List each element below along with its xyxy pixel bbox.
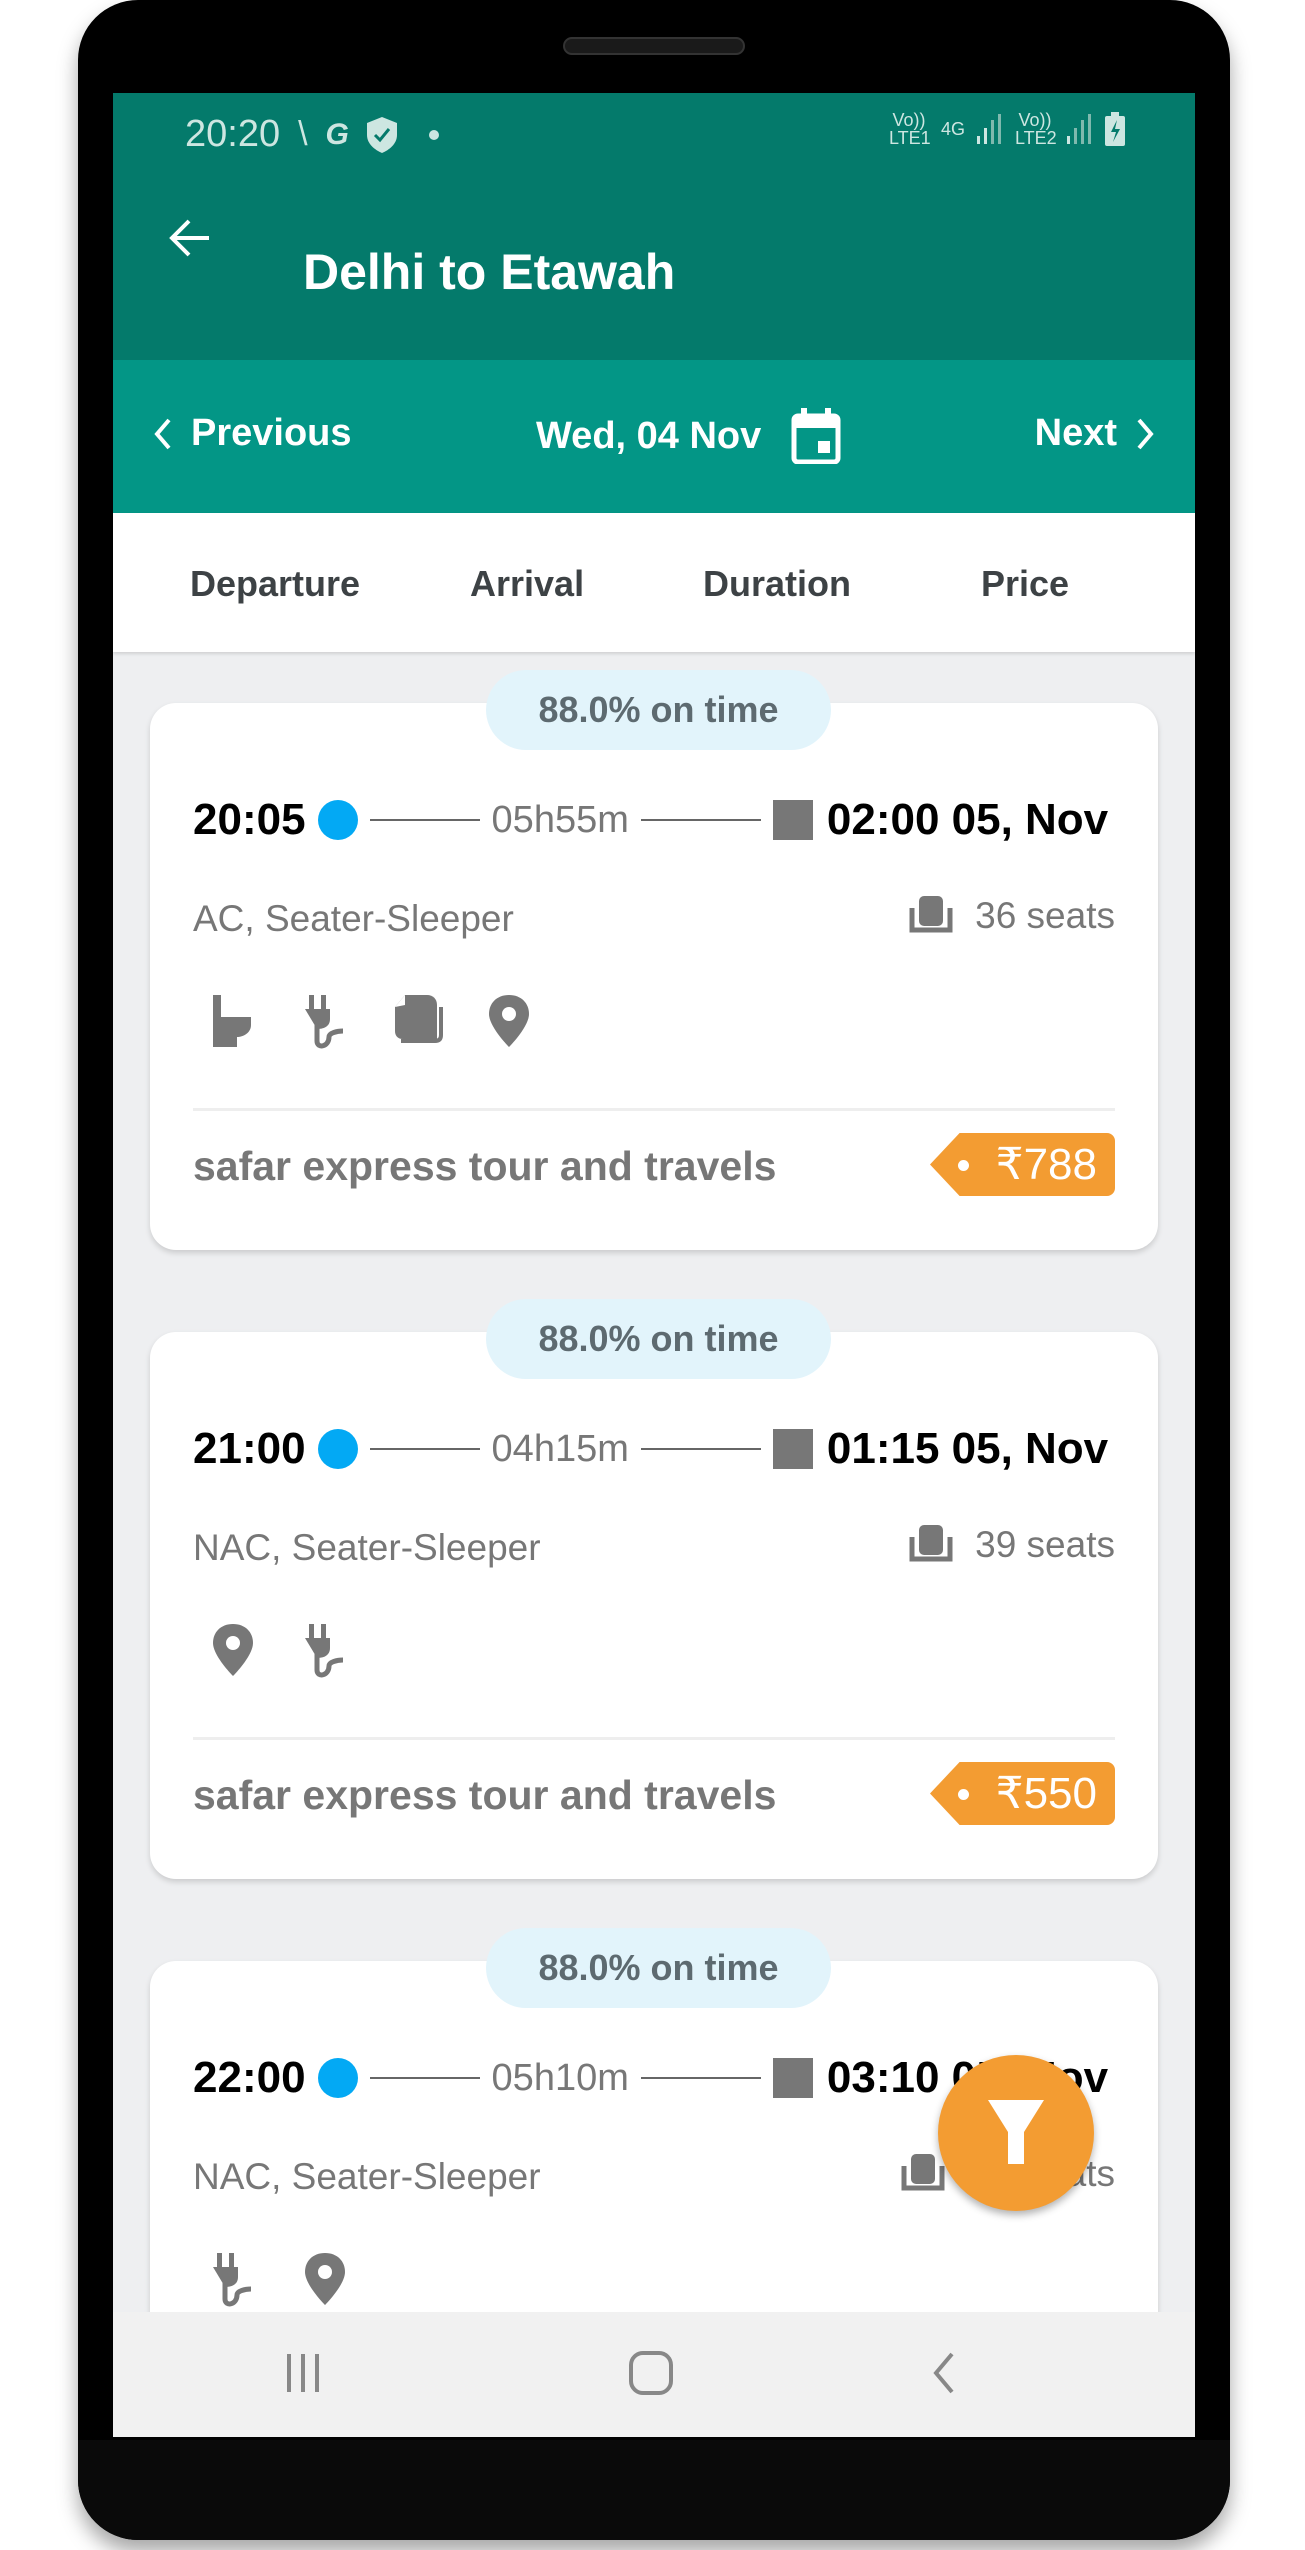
seat-icon [909,896,953,933]
previous-label: Previous [191,412,352,454]
departure-time: 21:00 [193,1424,306,1473]
arrival-square-icon [772,800,813,840]
filter-fab[interactable] [938,2055,1094,2211]
volte-lte1-icon: Vo)) LTE1 [888,110,931,148]
shield-check-icon [366,116,397,153]
duration: 04h15m [491,1427,629,1470]
tag-hole-icon [958,1160,969,1171]
charging-plug-icon [305,1624,344,1678]
departure-time: 22:00 [193,2053,306,2102]
blanket-icon [395,995,443,1043]
price: ₹550 [995,1769,1097,1818]
missed-call-icon: \ [298,115,308,153]
timeline-line [369,819,480,821]
operator-name: safar express tour and travels [193,1143,777,1189]
departure-dot-icon [317,800,358,840]
bus-type: NAC, Seater-Sleeper [193,1527,541,1568]
date-bar: Previous Wed, 04 Nov Next [113,360,1195,513]
back-icon[interactable] [928,2350,958,2396]
bus-type: NAC, Seater-Sleeper [193,2156,541,2197]
chevron-left-icon [154,418,171,449]
seats-info: 36 seats [909,895,1115,937]
date-picker-button[interactable]: Wed, 04 Nov [536,408,841,464]
price-tag: ₹788 [930,1133,1115,1196]
recent-apps-icon[interactable] [283,2350,323,2396]
location-pin-icon [489,995,529,1047]
dot-icon [428,129,439,140]
charging-plug-icon [305,995,344,1049]
operator-name: safar express tour and travels [193,1772,777,1818]
system-nav-bar [113,2312,1195,2437]
duration: 05h10m [491,2056,629,2099]
amenities [207,993,535,1049]
toilet-icon [213,995,251,1047]
calendar-icon [791,408,841,464]
phone-speaker [563,37,745,55]
home-icon[interactable] [628,2350,674,2396]
signal-icon [977,114,1001,144]
arrival-time: 02:00 05, Nov [826,795,1109,844]
timeline-line [640,819,761,821]
tag-hole-icon [958,1789,969,1800]
on-time-badge: 88.0% on time [486,670,831,750]
timing-row: 21:00 04h15m 01:15 05, Nov [193,1414,1115,1484]
chevron-right-icon [1137,418,1154,449]
price-tag: ₹550 [930,1762,1115,1825]
battery-charging-icon [1105,112,1125,146]
status-bar-right: Vo)) LTE1 4G Vo)) LTE2 [889,111,1125,147]
price: ₹788 [995,1140,1097,1189]
timeline-line [369,2077,480,2079]
card-divider [193,1108,1115,1111]
seats-count: 36 seats [975,895,1115,936]
bus-type: AC, Seater-Sleeper [193,898,514,939]
departure-dot-icon [317,1429,358,1469]
sort-departure[interactable]: Departure [190,563,360,605]
screen: 20:20 \ G Vo)) LTE1 4G Vo)) LTE2 Delhi t… [113,93,1195,2437]
bus-card[interactable]: 88.0% on time 21:00 04h15m 01:15 05, Nov… [150,1299,1158,1879]
timing-row: 20:05 05h55m 02:00 05, Nov [193,785,1115,855]
timeline-line [640,1448,761,1450]
sort-arrival[interactable]: Arrival [470,563,584,605]
on-time-badge: 88.0% on time [486,1928,831,2008]
seats-count: 39 seats [975,1524,1115,1565]
app-header: 20:20 \ G Vo)) LTE1 4G Vo)) LTE2 Delhi t… [113,93,1195,360]
previous-day-button[interactable]: Previous [153,412,352,455]
bus-card[interactable]: 88.0% on time 20:05 05h55m 02:00 05, Nov… [150,670,1158,1250]
on-time-badge: 88.0% on time [486,1299,831,1379]
charging-plug-icon [213,2253,252,2307]
g-icon: G [325,117,349,151]
selected-date: Wed, 04 Nov [536,414,762,457]
signal-icon [1067,114,1091,144]
departure-time: 20:05 [193,795,306,844]
seats-info: 39 seats [909,1524,1115,1566]
departure-dot-icon [317,2058,358,2098]
location-pin-icon [305,2253,345,2305]
seat-icon [909,1525,953,1562]
arrival-square-icon [772,2058,813,2098]
status-bar-left: 20:20 \ G [185,113,439,156]
seat-icon [901,2154,945,2191]
amenities [207,1622,351,1678]
next-day-button[interactable]: Next [1035,412,1155,455]
amenities [207,2251,351,2307]
arrival-time: 01:15 05, Nov [826,1424,1109,1473]
timeline-line [369,1448,480,1450]
filter-icon [988,2100,1044,2164]
sort-duration[interactable]: Duration [703,563,851,605]
back-arrow-icon[interactable] [165,213,215,263]
card-divider [193,1737,1115,1740]
arrival-square-icon [772,1429,813,1469]
phone-chin [78,2440,1230,2540]
timeline-line [640,2077,761,2079]
status-time: 20:20 [185,113,281,155]
sort-price[interactable]: Price [981,563,1069,605]
sort-bar: Departure Arrival Duration Price [113,513,1195,652]
duration: 05h55m [491,798,629,841]
location-pin-icon [213,1624,253,1676]
next-label: Next [1034,412,1117,454]
page-title: Delhi to Etawah [303,244,676,300]
4g-data-icon: 4G [940,119,965,139]
volte-lte2-icon: Vo)) LTE2 [1015,110,1057,148]
